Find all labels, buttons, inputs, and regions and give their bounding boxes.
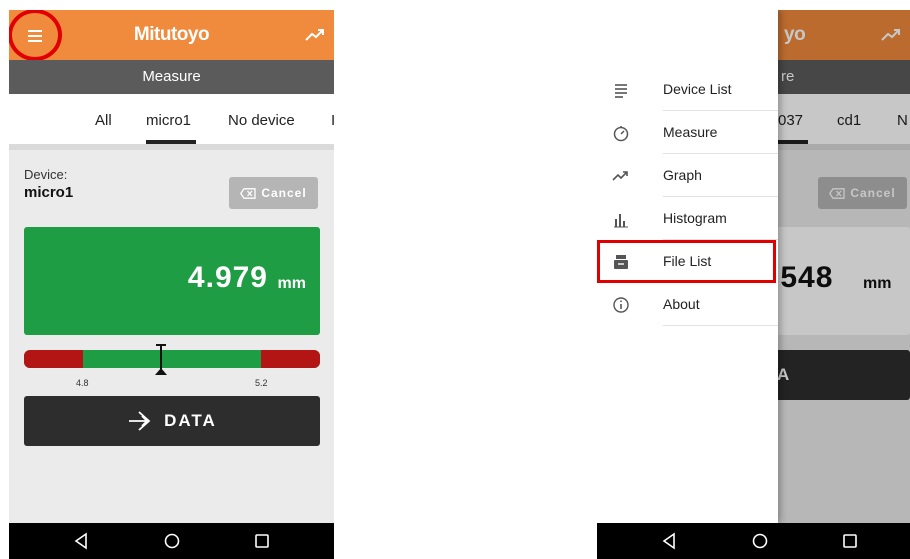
cancel-label: Cancel [261,186,307,200]
tabs-divider [9,144,334,150]
tab-micro1[interactable]: micro1 [146,112,191,129]
measure-screen: Mitutoyo Measure All micro1 No device I … [9,10,334,559]
info-icon [613,297,629,313]
tolerance-marker-icon [155,344,167,375]
drawer-item-device-list[interactable]: Device List [597,68,778,111]
page-title: Measure [9,60,334,94]
home-icon[interactable] [751,532,769,550]
measure-screen-with-drawer: yo re 037 cd1 N Cancel .548 mm A Device … [597,10,910,559]
device-label: Device: [24,167,68,182]
data-button[interactable]: DATA [24,396,320,446]
tab-overflow[interactable]: I [331,112,334,129]
gauge-icon [613,126,629,142]
drawer-label: About [663,296,700,312]
lower-out-zone [24,350,83,368]
list-icon [615,84,627,98]
tolerance-upper-label: 5.2 [255,378,268,388]
device-name: micro1 [24,184,74,201]
back-icon[interactable] [73,532,91,550]
drawer-label: Graph [663,167,702,183]
divider [663,325,778,326]
navigation-drawer: Device List Measure Graph Histogram File… [597,10,778,523]
drawer-item-measure[interactable]: Measure [597,111,778,154]
tolerance-lower-label: 4.8 [76,378,89,388]
graph-icon[interactable] [304,25,326,45]
drawer-item-about[interactable]: About [597,283,778,326]
cancel-button[interactable]: Cancel [229,177,318,209]
back-icon[interactable] [661,532,679,550]
drawer-item-histogram[interactable]: Histogram [597,197,778,240]
file-list-highlight-box [597,240,776,283]
upper-out-zone [261,350,320,368]
tab-no-device[interactable]: No device [228,112,295,129]
measurement-value: 4.979 [187,261,268,294]
drawer-label: Histogram [663,210,727,226]
device-tabs: All micro1 No device I [9,94,334,144]
trend-icon [612,171,628,181]
measurement-unit: mm [277,275,306,292]
data-label: DATA [164,411,217,430]
measurement-card: 4.979 mm [24,227,320,335]
drawer-label: Device List [663,81,732,97]
home-icon[interactable] [163,532,181,550]
system-nav-bar [9,523,334,559]
recents-icon[interactable] [841,532,859,550]
data-send-icon [129,411,151,431]
app-bar: Mitutoyo [9,10,334,61]
drawer-item-graph[interactable]: Graph [597,154,778,197]
system-nav-bar [597,523,910,559]
recents-icon[interactable] [253,532,271,550]
mitutoyo-logo: Mitutoyo [133,24,210,45]
backspace-icon [240,187,256,199]
drawer-label: Measure [663,124,718,140]
histogram-icon [614,214,628,228]
tab-all[interactable]: All [95,112,112,129]
tolerance-bar [24,350,320,368]
